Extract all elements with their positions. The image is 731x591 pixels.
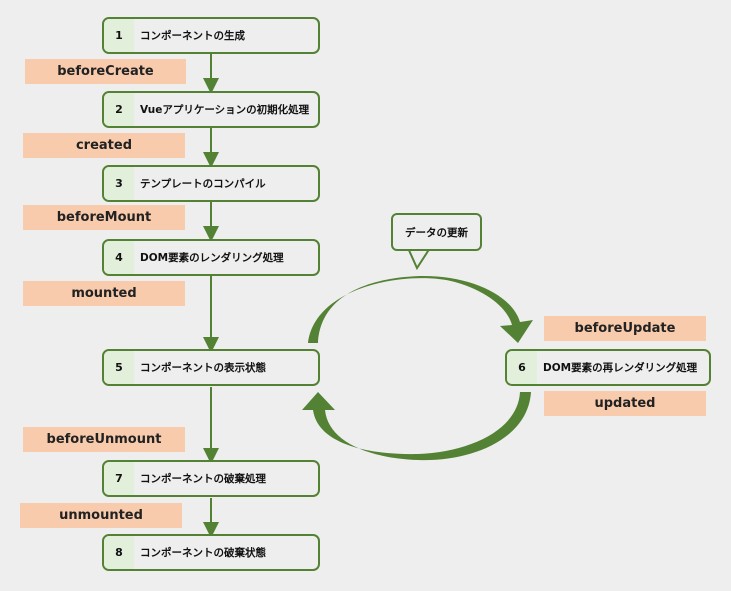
- hook-before-unmount: beforeUnmount: [23, 427, 185, 452]
- step-number: 5: [104, 351, 134, 384]
- hook-before-update: beforeUpdate: [544, 316, 706, 341]
- update-arrow-top: [308, 275, 533, 343]
- hook-mounted: mounted: [23, 281, 185, 306]
- step-number: 6: [507, 351, 537, 384]
- step-number: 8: [104, 536, 134, 569]
- data-update-bubble: データの更新: [391, 213, 482, 251]
- update-arrow-bottom: [302, 392, 531, 461]
- bubble-text: データの更新: [405, 226, 468, 239]
- step-label: コンポーネントの破棄状態: [140, 547, 266, 559]
- step-label: コンポーネントの表示状態: [140, 362, 266, 374]
- step-1: 1 コンポーネントの生成: [102, 17, 320, 54]
- step-label: DOM要素のレンダリング処理: [140, 252, 284, 264]
- hook-unmounted: unmounted: [20, 503, 182, 528]
- step-label: テンプレートのコンパイル: [140, 178, 266, 190]
- step-label: コンポーネントの生成: [140, 30, 245, 42]
- step-number: 1: [104, 19, 134, 52]
- bubble-tail: [407, 247, 431, 271]
- step-3: 3 テンプレートのコンパイル: [102, 165, 320, 202]
- step-7: 7 コンポーネントの破棄処理: [102, 460, 320, 497]
- step-label: Vueアプリケーションの初期化処理: [140, 104, 310, 116]
- step-number: 7: [104, 462, 134, 495]
- hook-before-mount: beforeMount: [23, 205, 185, 230]
- hook-created: created: [23, 133, 185, 158]
- step-5: 5 コンポーネントの表示状態: [102, 349, 320, 386]
- hook-before-create: beforeCreate: [25, 59, 186, 84]
- step-number: 2: [104, 93, 134, 126]
- step-4: 4 DOM要素のレンダリング処理: [102, 239, 320, 276]
- step-number: 4: [104, 241, 134, 274]
- step-8: 8 コンポーネントの破棄状態: [102, 534, 320, 571]
- step-label: コンポーネントの破棄処理: [140, 473, 266, 485]
- step-label: DOM要素の再レンダリング処理: [543, 362, 698, 374]
- step-6: 6 DOM要素の再レンダリング処理: [505, 349, 711, 386]
- step-number: 3: [104, 167, 134, 200]
- hook-updated: updated: [544, 391, 706, 416]
- step-2: 2 Vueアプリケーションの初期化処理: [102, 91, 320, 128]
